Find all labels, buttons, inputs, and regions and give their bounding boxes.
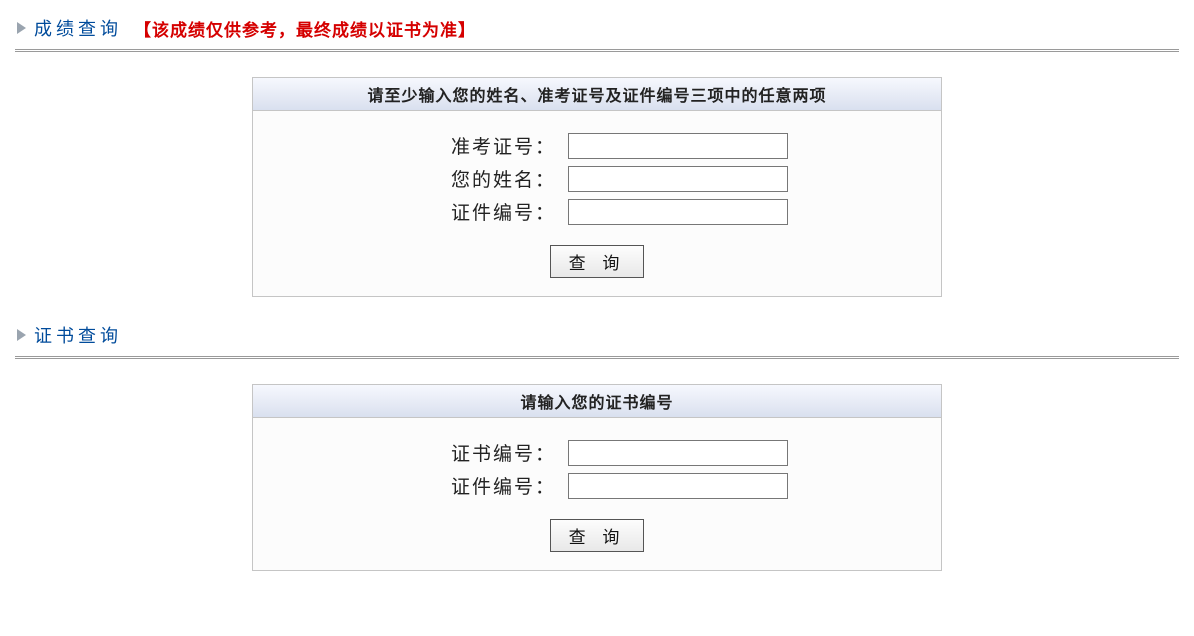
name-row: 您的姓名： <box>253 165 941 192</box>
score-form-panel: 请至少输入您的姓名、准考证号及证件编号三项中的任意两项 准考证号： 您的姓名： … <box>252 77 942 297</box>
id-row: 证件编号： <box>253 198 941 225</box>
score-panel-header: 请至少输入您的姓名、准考证号及证件编号三项中的任意两项 <box>253 78 941 111</box>
arrow-right-icon <box>17 22 26 34</box>
score-button-row: 查 询 <box>253 245 941 278</box>
score-warning: 【该成绩仅供参考，最终成绩以证书为准】 <box>134 16 476 41</box>
cert-section-header: 证书查询 <box>15 322 1179 348</box>
score-panel-body: 准考证号： 您的姓名： 证件编号： 查 询 <box>253 111 941 296</box>
cert-section-title: 证书查询 <box>34 322 122 348</box>
divider <box>15 356 1179 359</box>
ticket-label: 准考证号： <box>406 132 556 159</box>
cert-number-input-2[interactable] <box>568 473 788 499</box>
cert-panel-body: 证书编号： 证件编号： 查 询 <box>253 418 941 570</box>
cert-button-row: 查 询 <box>253 519 941 552</box>
ticket-row: 准考证号： <box>253 132 941 159</box>
cert-panel-header: 请输入您的证书编号 <box>253 385 941 418</box>
cert-query-button[interactable]: 查 询 <box>550 519 645 552</box>
ticket-input[interactable] <box>568 133 788 159</box>
score-query-button[interactable]: 查 询 <box>550 245 645 278</box>
id-label: 证件编号： <box>406 198 556 225</box>
cert-number-row-1: 证书编号： <box>253 439 941 466</box>
arrow-right-icon <box>17 329 26 341</box>
name-label: 您的姓名： <box>406 165 556 192</box>
cert-number-label-2: 证件编号： <box>406 472 556 499</box>
name-input[interactable] <box>568 166 788 192</box>
id-input[interactable] <box>568 199 788 225</box>
divider <box>15 49 1179 52</box>
score-section-header: 成绩查询 【该成绩仅供参考，最终成绩以证书为准】 <box>15 15 1179 41</box>
score-section-title: 成绩查询 <box>34 15 122 41</box>
cert-form-panel: 请输入您的证书编号 证书编号： 证件编号： 查 询 <box>252 384 942 571</box>
cert-number-label-1: 证书编号： <box>406 439 556 466</box>
cert-number-row-2: 证件编号： <box>253 472 941 499</box>
cert-number-input-1[interactable] <box>568 440 788 466</box>
